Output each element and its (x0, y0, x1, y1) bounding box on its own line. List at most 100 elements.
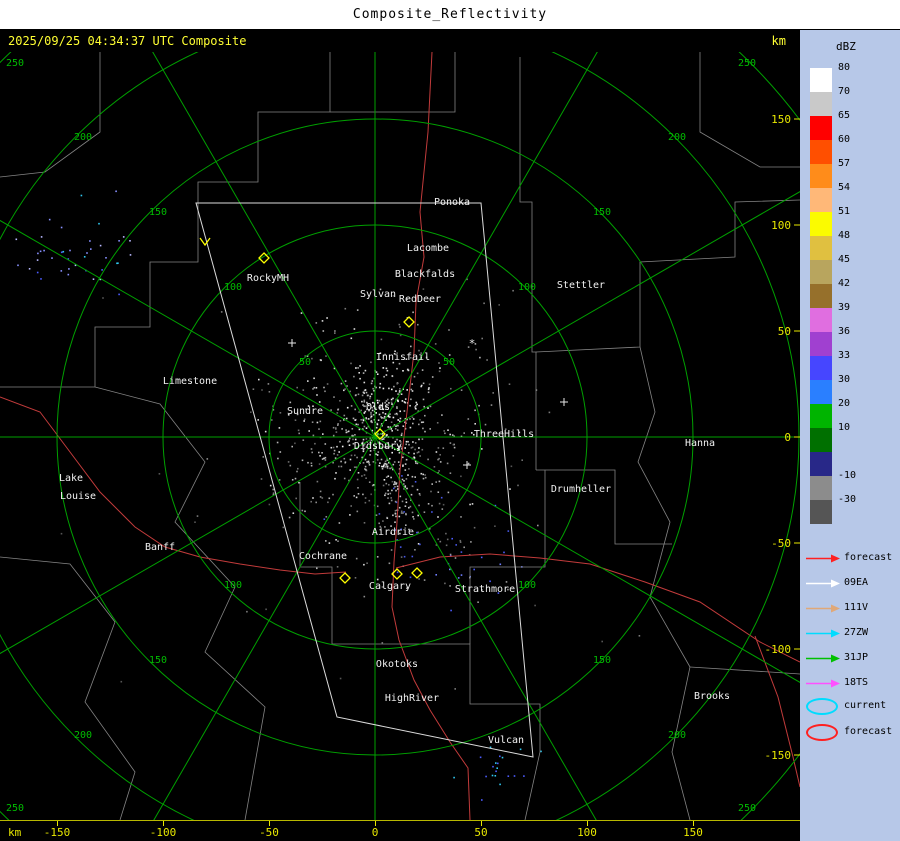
colorbar-swatch (810, 308, 832, 332)
county-boundary (700, 52, 800, 167)
city-label: Didsbury (354, 441, 402, 452)
city-label: Banff (145, 542, 175, 553)
point-marker-icon (288, 339, 296, 347)
city-label: Blackfalds (395, 269, 455, 280)
point-marker-icon (560, 398, 568, 406)
colorbar-value: 54 (838, 182, 850, 193)
right-axis-label: 100 (771, 219, 791, 232)
range-label: 100 (518, 282, 536, 293)
highway (392, 52, 470, 820)
colorbar-swatch (810, 404, 832, 428)
colorbar-value: 60 (838, 134, 850, 145)
track-legend-label: 111V (844, 602, 868, 613)
track-arrow-icon (806, 653, 840, 664)
ellipse-legend-icon (806, 698, 838, 715)
track-legend-label: 18TS (844, 677, 868, 688)
ellipse-legend-label: forecast (844, 726, 892, 737)
county-boundary (638, 347, 690, 820)
right-axis-label: 0 (784, 431, 791, 444)
city-label: RockyMH (247, 273, 289, 284)
range-grid (0, 52, 800, 820)
colorbar-value: 36 (838, 326, 850, 337)
colorbar-value: 45 (838, 254, 850, 265)
window-content: 2025/09/25 04:34:37 UTC Composite km 250… (0, 30, 900, 841)
track-arrow-icon (806, 603, 840, 614)
city-label: Hanna (685, 438, 715, 449)
colorbar-value: 33 (838, 350, 850, 361)
city-label: Okotoks (376, 659, 418, 670)
right-axis-label: 150 (771, 113, 791, 126)
county-boundary (0, 52, 100, 177)
timestamp: 2025/09/25 04:34:37 UTC Composite (8, 34, 246, 48)
city-label: Louise (60, 491, 96, 502)
city-label: Calgary (369, 581, 411, 592)
bottom-axis-label: -50 (259, 826, 279, 839)
range-label: 200 (74, 730, 92, 741)
colorbar-swatch (810, 428, 832, 452)
city-label: Lake (59, 473, 83, 484)
colorbar-value: 10 (838, 422, 850, 433)
map-layers: 2502001501005050100150200250100150200250… (0, 52, 800, 820)
range-label: 150 (149, 207, 167, 218)
county-boundary (520, 57, 536, 470)
range-label: 100 (224, 282, 242, 293)
bottom-axis-label: -150 (44, 826, 71, 839)
colorbar-swatch (810, 212, 832, 236)
colorbar-swatch (810, 332, 832, 356)
radar-window: Composite_Reflectivity 2025/09/25 04:34:… (0, 0, 900, 841)
county-boundary (536, 200, 800, 352)
range-label: 100 (224, 580, 242, 591)
range-label: 200 (668, 132, 686, 143)
colorbar-value: -30 (838, 494, 856, 505)
city-label: Vulcan (488, 735, 524, 746)
radar-sector-outline (196, 203, 533, 757)
range-label: 200 (668, 730, 686, 741)
colorbar-swatch (810, 500, 832, 524)
bottom-axis-label: 0 (372, 826, 379, 839)
storm-marker-icon (404, 317, 414, 327)
point-marker-icon: * (469, 337, 476, 350)
radar-map: 2502001501005050100150200250100150200250… (0, 52, 800, 820)
track-arrow-icon (806, 553, 840, 564)
colorbar-swatch (810, 68, 832, 92)
county-boundary (0, 557, 135, 820)
bottom-axis-label: -100 (150, 826, 177, 839)
bottom-axis-label: 50 (474, 826, 487, 839)
bottom-axis-label: 150 (683, 826, 703, 839)
right-axis-label: -150 (765, 749, 792, 762)
county-boundary (536, 470, 672, 544)
track-legend-label: 09EA (844, 577, 868, 588)
storm-marker-icon (412, 568, 422, 578)
bottom-axis: km -150 -100 -50 0 50 100 150 (0, 820, 800, 841)
colorbar-value: 39 (838, 302, 850, 313)
ellipse-legend-label: current (844, 700, 886, 711)
colorbar-swatch (810, 164, 832, 188)
colorbar-value: 42 (838, 278, 850, 289)
colorbar-swatch (810, 92, 832, 116)
colorbar-value: -10 (838, 470, 856, 481)
km-unit-label-bottom: km (8, 826, 21, 839)
colorbar-swatch (810, 116, 832, 140)
ellipse-legend-icon (806, 724, 838, 741)
city-label: Brooks (694, 691, 730, 702)
city-label: Olds (366, 402, 390, 413)
right-axis-label: -100 (765, 643, 792, 656)
range-label: 250 (738, 58, 756, 69)
colorbar-swatch (810, 452, 832, 476)
city-label: Sundre (287, 406, 323, 417)
colorbar-value: 57 (838, 158, 850, 169)
city-label: Drumheller (551, 484, 611, 495)
city-label: Ponoka (434, 197, 470, 208)
range-label: 250 (6, 803, 24, 814)
track-arrow-icon (806, 628, 840, 639)
colorbar-value: 20 (838, 398, 850, 409)
range-label: 250 (6, 58, 24, 69)
range-label: 200 (74, 132, 92, 143)
point-marker-icon (463, 461, 471, 469)
right-axis-label: -50 (771, 537, 791, 550)
range-label: 250 (738, 803, 756, 814)
city-label: Airdrie (372, 527, 414, 538)
range-label: 150 (149, 655, 167, 666)
city-label: Limestone (163, 376, 217, 387)
bottom-axis-label: 100 (577, 826, 597, 839)
